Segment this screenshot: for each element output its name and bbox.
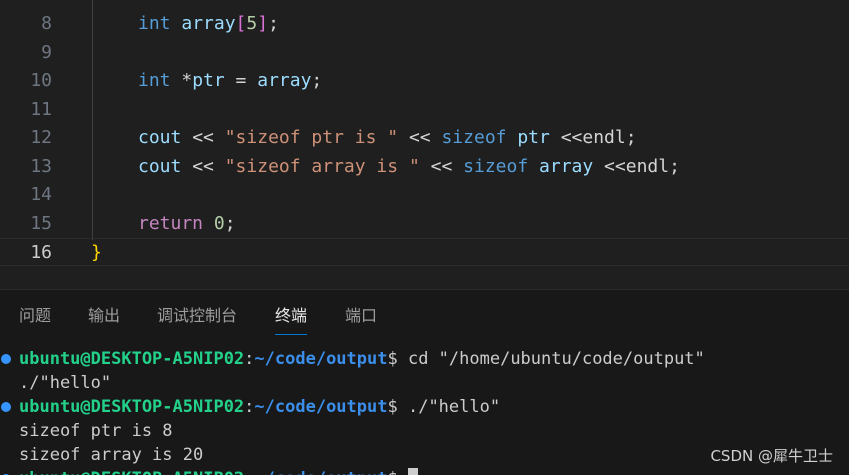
code-token: ptr bbox=[192, 70, 225, 91]
code-text: int array[5]; bbox=[138, 10, 279, 38]
tab-output[interactable]: 输出 bbox=[88, 306, 120, 326]
tab-problems[interactable]: 问题 bbox=[19, 306, 51, 326]
code-line[interactable]: 16} bbox=[0, 238, 849, 266]
code-token: ; bbox=[268, 13, 279, 34]
code-token: "sizeof ptr is " bbox=[224, 127, 399, 148]
prompt-user: ubuntu@DESKTOP-A5NIP02 bbox=[19, 469, 244, 475]
code-token: <<endl; bbox=[549, 127, 637, 148]
code-line[interactable]: 11 bbox=[0, 96, 849, 124]
code-token: << bbox=[181, 127, 225, 148]
prompt-user: ubuntu@DESKTOP-A5NIP02 bbox=[19, 397, 245, 417]
code-line[interactable]: 9 bbox=[0, 39, 849, 67]
line-number: 12 bbox=[30, 127, 52, 148]
terminal-text: ./"hello" bbox=[19, 373, 112, 393]
code-token: = bbox=[224, 70, 258, 91]
code-token: ; bbox=[224, 212, 236, 234]
code-editor[interactable]: 8 int array[5]; 9 10 int *ptr = array; 11 12 co… bbox=[0, 0, 849, 289]
code-token: [ bbox=[235, 13, 247, 34]
terminal-text: sizeof ptr is 8 bbox=[19, 421, 173, 441]
line-number: 13 bbox=[30, 155, 52, 177]
prompt-path: ~/code/output bbox=[254, 469, 387, 475]
terminal-command: cd "/home/ubuntu/code/output" bbox=[397, 349, 705, 369]
code-line[interactable]: 13 cout << "sizeof array is " << sizeof a… bbox=[0, 153, 849, 181]
terminal-cursor bbox=[407, 468, 418, 475]
tab-debug-console[interactable]: 调试控制台 bbox=[157, 306, 237, 326]
code-token: int bbox=[138, 70, 171, 91]
code-text: int *ptr = array; bbox=[138, 67, 322, 95]
code-line[interactable]: 15 return 0; bbox=[0, 210, 849, 238]
line-number: 9 bbox=[41, 41, 52, 63]
code-text: cout << "sizeof ptr is " << sizeof ptr <… bbox=[138, 124, 637, 152]
terminal-text: ubuntu@DESKTOP-A5NIP02:~/code/output$ bbox=[19, 467, 418, 475]
code-token: 5 bbox=[246, 13, 258, 34]
code-token: << bbox=[181, 155, 225, 177]
code-token: return bbox=[138, 212, 204, 234]
prompt-dollar: $ bbox=[387, 397, 398, 417]
code-text: } bbox=[91, 239, 102, 267]
prompt-path: ~/code/output bbox=[254, 397, 388, 417]
code-line[interactable]: 8 int array[5]; bbox=[0, 10, 849, 38]
prompt-separator: : bbox=[244, 349, 255, 369]
line-number: 14 bbox=[30, 184, 52, 205]
code-token: array bbox=[181, 13, 236, 34]
code-token: cout bbox=[138, 127, 182, 148]
code-token: ] bbox=[257, 13, 269, 34]
code-text: cout << "sizeof array is " << sizeof arr… bbox=[138, 153, 680, 181]
bottom-panel: 问题 输出 调试控制台 终端 端口 ubuntu@DESKTOP-A5NIP02… bbox=[0, 290, 849, 475]
panel-tabs: 问题 输出 调试控制台 终端 端口 bbox=[0, 290, 849, 340]
line-number: 10 bbox=[30, 70, 52, 91]
prompt-user: ubuntu@DESKTOP-A5NIP02 bbox=[19, 349, 245, 369]
line-number: 16 bbox=[30, 242, 52, 263]
code-token: sizeof bbox=[463, 155, 529, 177]
code-token: <<endl; bbox=[593, 155, 680, 177]
terminal-command: ./"hello" bbox=[397, 397, 501, 417]
command-status-dot-icon[interactable] bbox=[1, 354, 11, 364]
code-token: * bbox=[170, 70, 193, 91]
code-line[interactable]: 12 cout << "sizeof ptr is " << sizeof ptr… bbox=[0, 124, 849, 152]
command-status-dot-icon[interactable] bbox=[1, 402, 11, 412]
watermark: CSDN @犀牛卫士 bbox=[710, 447, 833, 465]
tab-ports[interactable]: 端口 bbox=[345, 306, 377, 326]
code-token: 0 bbox=[213, 212, 225, 234]
line-number: 8 bbox=[41, 13, 52, 34]
tab-terminal[interactable]: 终端 bbox=[275, 306, 308, 335]
terminal-text: sizeof array is 20 bbox=[19, 445, 204, 465]
code-token: ; bbox=[311, 70, 323, 91]
prompt-dollar: $ bbox=[387, 469, 397, 475]
prompt-path: ~/code/output bbox=[254, 349, 388, 369]
code-token: << bbox=[398, 127, 442, 148]
terminal-command bbox=[398, 469, 408, 475]
code-token: << bbox=[419, 155, 464, 177]
prompt-dollar: $ bbox=[387, 349, 398, 369]
line-number: 15 bbox=[30, 212, 52, 234]
code-token: array bbox=[257, 70, 312, 91]
terminal-text: ubuntu@DESKTOP-A5NIP02:~/code/output$ cd… bbox=[19, 347, 705, 371]
code-token: int bbox=[138, 13, 171, 34]
code-token: } bbox=[91, 242, 102, 263]
prompt-separator: : bbox=[244, 397, 255, 417]
code-token: sizeof bbox=[441, 127, 507, 148]
code-line[interactable]: 10 int *ptr = array; bbox=[0, 67, 849, 95]
code-token: "sizeof array is " bbox=[224, 155, 420, 177]
code-token: array bbox=[539, 155, 594, 177]
code-line[interactable]: 14 bbox=[0, 181, 849, 209]
terminal-text: ubuntu@DESKTOP-A5NIP02:~/code/output$ ./… bbox=[19, 395, 500, 419]
prompt-separator: : bbox=[244, 469, 254, 475]
line-number: 11 bbox=[30, 98, 52, 120]
code-text: return 0; bbox=[138, 210, 236, 238]
code-token: ptr bbox=[517, 127, 550, 148]
code-token: cout bbox=[138, 155, 182, 177]
